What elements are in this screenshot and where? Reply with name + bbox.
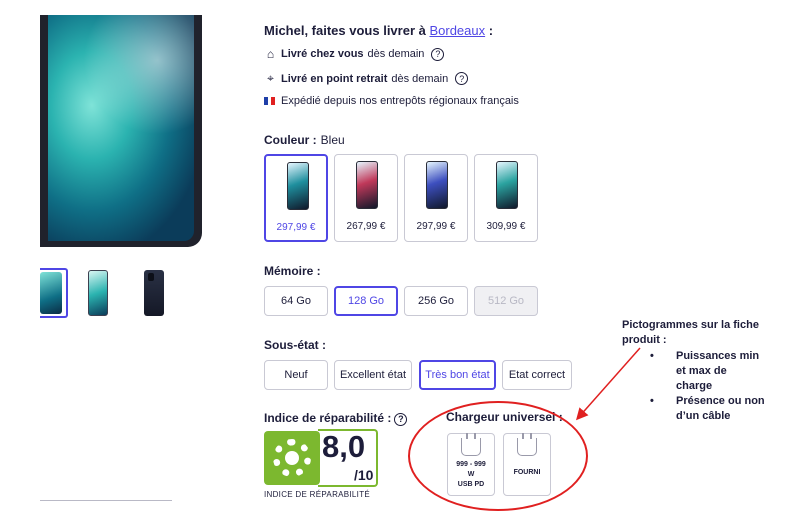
annotation-arrow [576,347,641,421]
